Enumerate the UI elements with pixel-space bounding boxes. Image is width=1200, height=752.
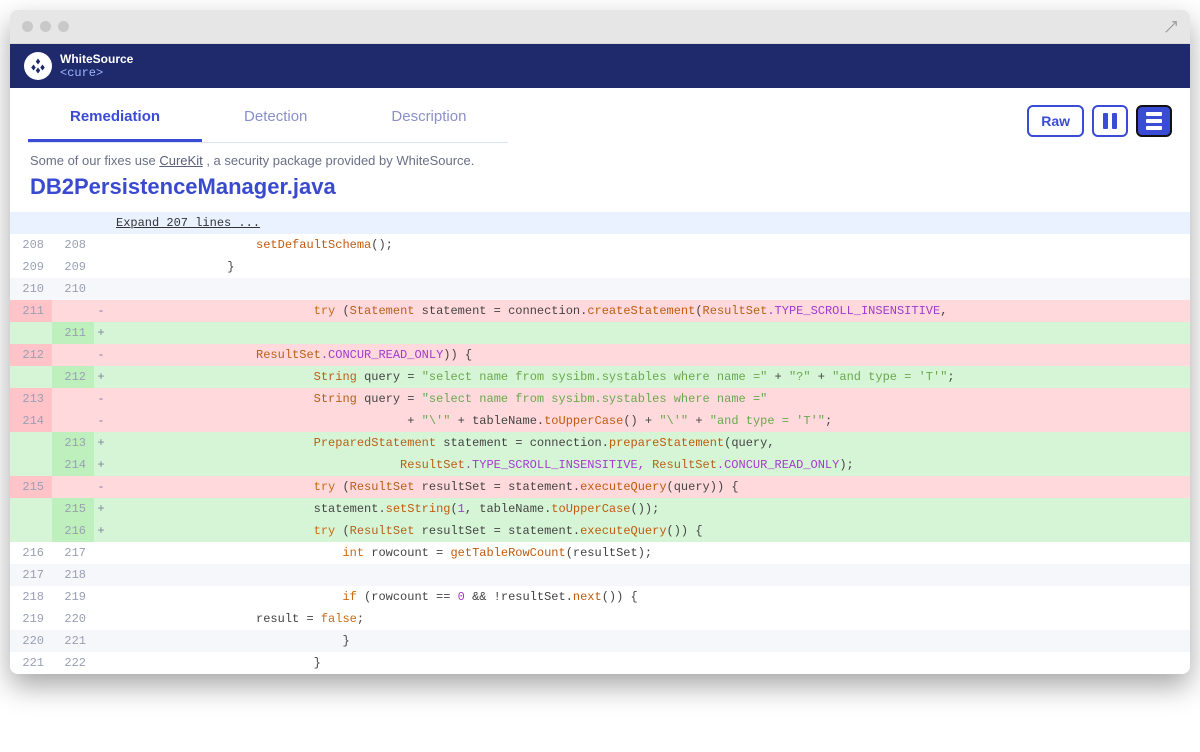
diff-line: 220221 } — [10, 630, 1190, 652]
columns-icon — [1103, 113, 1117, 129]
note-prefix: Some of our fixes use — [30, 153, 159, 168]
diff-line: 208208 setDefaultSchema(); — [10, 234, 1190, 256]
note-suffix: , a security package provided by WhiteSo… — [203, 153, 475, 168]
brand-text-block: WhiteSource <cure> — [60, 53, 133, 80]
diff-line: 210210 — [10, 278, 1190, 300]
brand-bar: WhiteSource <cure> — [10, 44, 1190, 88]
diff-line: 213+ PreparedStatement statement = conne… — [10, 432, 1190, 454]
diff-line: 211- try (Statement statement = connecti… — [10, 300, 1190, 322]
unified-view-button[interactable] — [1136, 105, 1172, 137]
brand-subname: <cure> — [60, 66, 133, 80]
minimize-dot[interactable] — [40, 21, 51, 32]
expand-icon[interactable] — [1164, 20, 1178, 34]
brand-name: WhiteSource — [60, 53, 133, 66]
diff-line: 219220 result = false; — [10, 608, 1190, 630]
diff-line: 214- + "\'" + tableName.toUpperCase() + … — [10, 410, 1190, 432]
window-controls — [22, 21, 69, 32]
app-window: WhiteSource <cure> Remediation Detection… — [10, 10, 1190, 674]
diff-line: 221222 } — [10, 652, 1190, 674]
tab-description[interactable]: Description — [349, 98, 508, 142]
diff-line: 218219 if (rowcount == 0 && !resultSet.n… — [10, 586, 1190, 608]
diff-line: 209209 } — [10, 256, 1190, 278]
sub-toolbar: Remediation Detection Description Raw — [10, 88, 1190, 143]
raw-button[interactable]: Raw — [1027, 105, 1084, 137]
diff-line: 215+ statement.setString(1, tableName.to… — [10, 498, 1190, 520]
tab-detection[interactable]: Detection — [202, 98, 349, 142]
expand-label: Expand 207 lines ... — [108, 212, 1190, 234]
tab-remediation[interactable]: Remediation — [28, 98, 202, 142]
diff-line: 216+ try (ResultSet resultSet = statemen… — [10, 520, 1190, 542]
diff-line: 212+ String query = "select name from sy… — [10, 366, 1190, 388]
diff-line: 215- try (ResultSet resultSet = statemen… — [10, 476, 1190, 498]
zoom-dot[interactable] — [58, 21, 69, 32]
window-titlebar — [10, 10, 1190, 44]
diff-view: Expand 207 lines ... 208208 setDefaultSc… — [10, 212, 1190, 674]
close-dot[interactable] — [22, 21, 33, 32]
split-view-button[interactable] — [1092, 105, 1128, 137]
tabs: Remediation Detection Description — [28, 98, 508, 143]
curekit-link[interactable]: CureKit — [159, 153, 202, 168]
view-toolbar: Raw — [1027, 105, 1172, 137]
expand-row[interactable]: Expand 207 lines ... — [10, 212, 1190, 234]
info-note: Some of our fixes use CureKit , a securi… — [10, 143, 1190, 174]
diff-line: 217218 — [10, 564, 1190, 586]
diff-line: 214+ ResultSet.TYPE_SCROLL_INSENSITIVE, … — [10, 454, 1190, 476]
filename-heading: DB2PersistenceManager.java — [10, 174, 1190, 212]
diff-line: 211+ — [10, 322, 1190, 344]
diff-line: 212- ResultSet.CONCUR_READ_ONLY)) { — [10, 344, 1190, 366]
rows-icon — [1146, 112, 1162, 130]
logo-icon — [24, 52, 52, 80]
diff-line: 213- String query = "select name from sy… — [10, 388, 1190, 410]
diff-line: 216217 int rowcount = getTableRowCount(r… — [10, 542, 1190, 564]
